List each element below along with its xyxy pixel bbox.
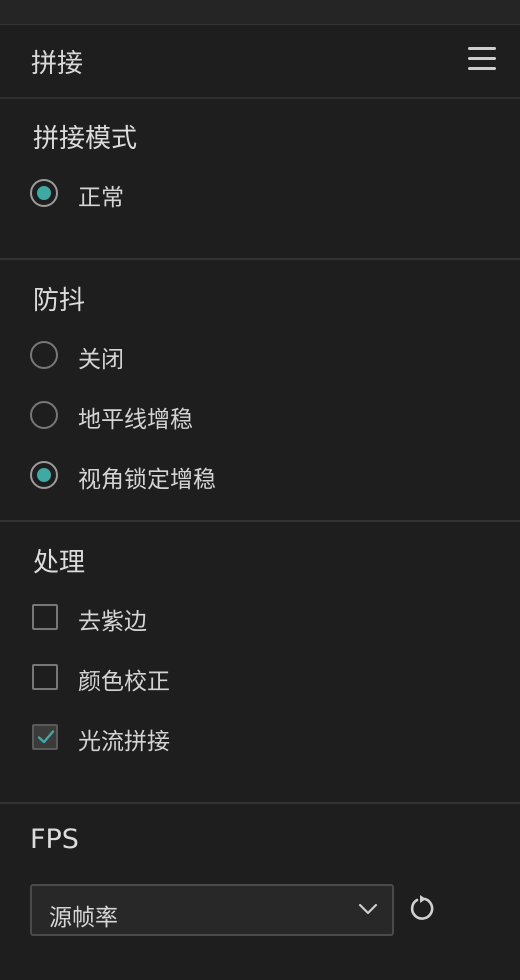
checkbox-label: 颜色校正 — [78, 669, 170, 695]
divider — [0, 258, 520, 260]
checkmark-icon — [37, 730, 55, 744]
radio-option-horizon-stabilization[interactable]: 地平线增稳 — [30, 401, 350, 433]
radio-button[interactable] — [30, 341, 58, 369]
radio-label: 关闭 — [78, 347, 124, 373]
checkbox-option-color-correction[interactable]: 颜色校正 — [30, 663, 350, 695]
radio-label: 地平线增稳 — [78, 407, 193, 433]
radio-label: 正常 — [78, 185, 124, 211]
panel-title: 拼接 — [31, 49, 84, 79]
radio-option-off[interactable]: 关闭 — [30, 341, 350, 373]
radio-option-normal[interactable]: 正常 — [30, 179, 350, 211]
fps-select-value: 源帧率 — [49, 905, 118, 931]
checkbox[interactable] — [32, 604, 58, 630]
radio-option-view-lock-stabilization[interactable]: 视角锁定增稳 — [30, 461, 350, 493]
checkbox[interactable] — [32, 664, 58, 690]
reset-icon[interactable] — [408, 893, 436, 923]
divider — [0, 802, 520, 804]
checkbox-label: 光流拼接 — [78, 729, 170, 755]
chevron-down-icon — [358, 903, 378, 915]
checkbox[interactable] — [32, 724, 58, 750]
top-strip — [0, 0, 520, 25]
checkbox-option-defringe[interactable]: 去紫边 — [30, 603, 350, 635]
radio-button[interactable] — [30, 461, 58, 489]
section-title-processing: 处理 — [33, 548, 86, 578]
radio-button[interactable] — [30, 401, 58, 429]
panel-header: 拼接 — [0, 25, 520, 99]
checkbox-option-optical-flow-stitching[interactable]: 光流拼接 — [30, 723, 350, 755]
checkbox-label: 去紫边 — [78, 609, 147, 635]
section-title-stitch-mode: 拼接模式 — [33, 124, 138, 154]
radio-button[interactable] — [30, 179, 58, 207]
radio-label: 视角锁定增稳 — [78, 467, 216, 493]
fps-select[interactable]: 源帧率 — [30, 884, 394, 936]
section-title-fps: FPS — [30, 824, 79, 855]
hamburger-menu-icon[interactable] — [468, 47, 496, 73]
section-title-stabilization: 防抖 — [33, 286, 86, 316]
divider — [0, 520, 520, 522]
